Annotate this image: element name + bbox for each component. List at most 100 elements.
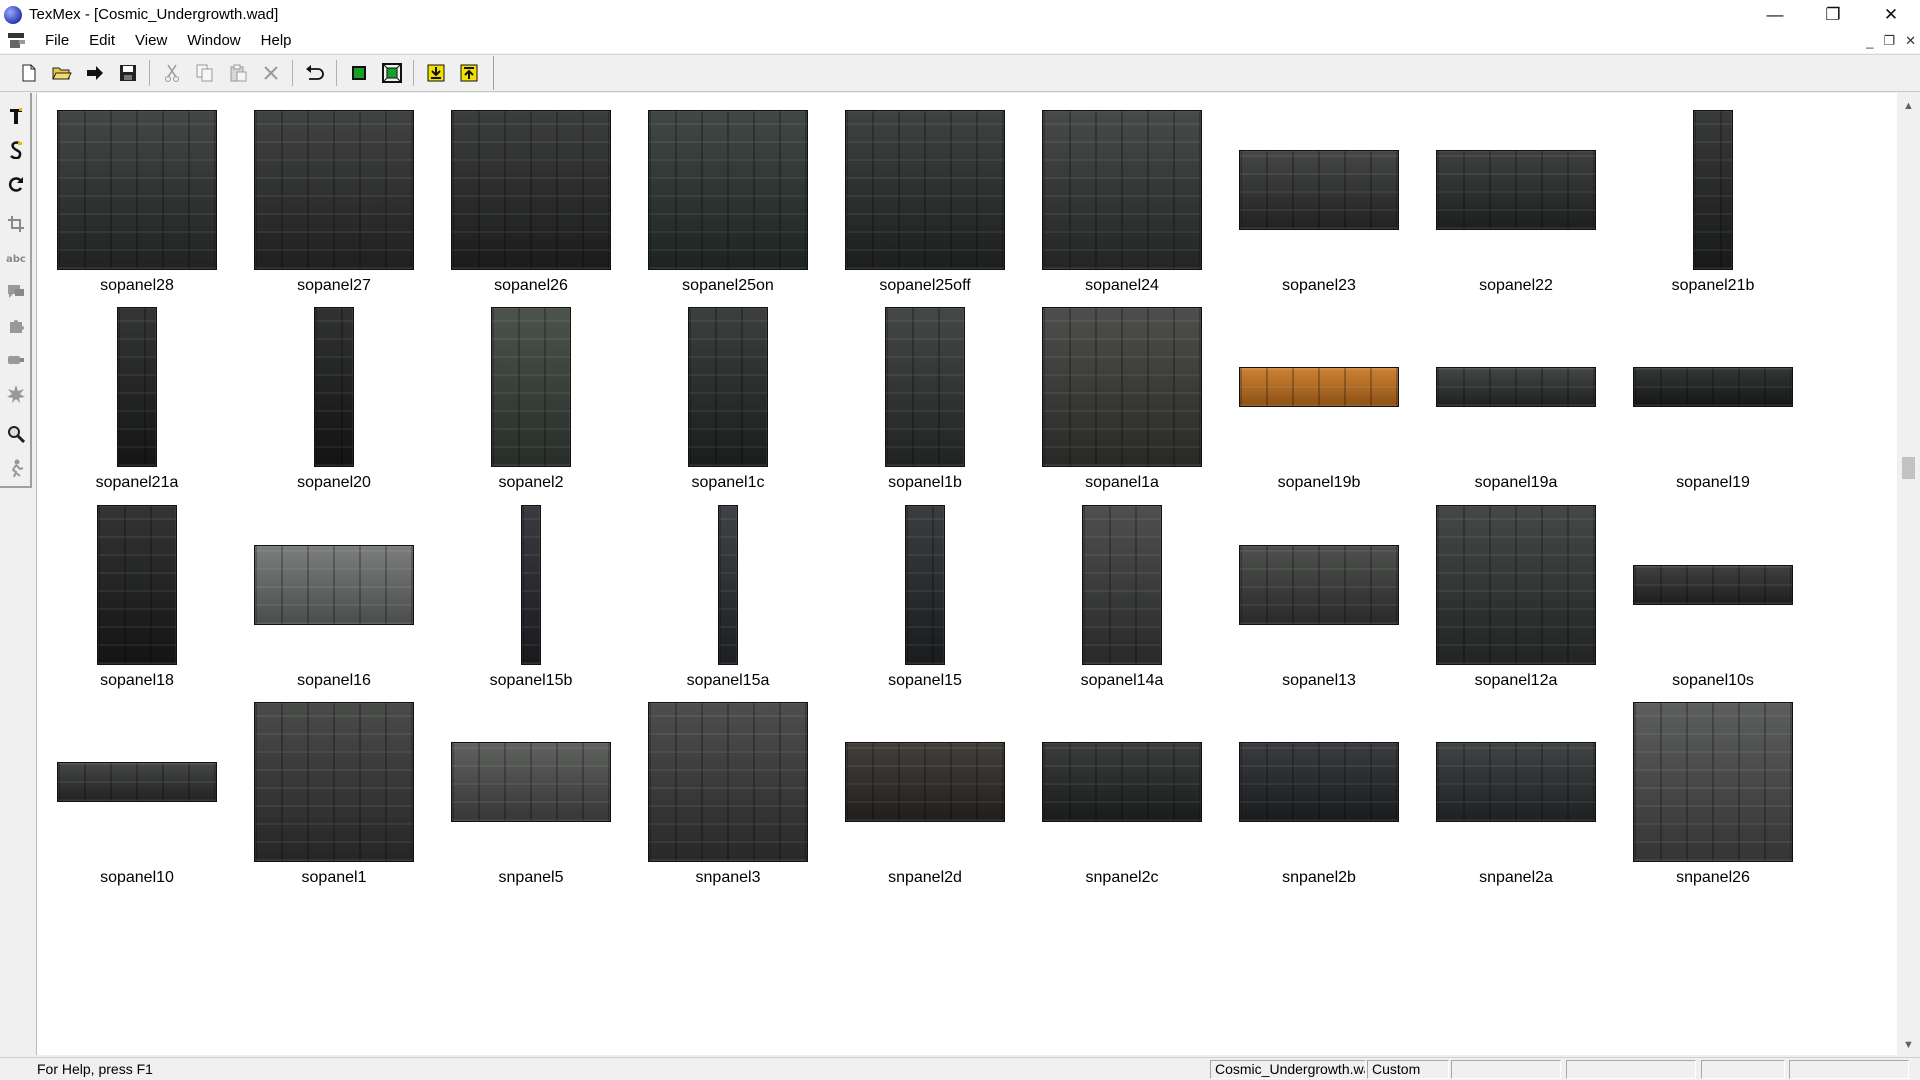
texture-thumbnail[interactable]: [117, 307, 157, 467]
texture-thumbnail[interactable]: [1633, 367, 1793, 407]
s-tool-icon[interactable]: [4, 137, 28, 163]
menu-help[interactable]: Help: [251, 29, 302, 53]
texture-item[interactable]: sopanel1c: [648, 290, 808, 491]
texture-thumbnail[interactable]: [1042, 307, 1202, 467]
crop-icon[interactable]: [4, 211, 28, 237]
texture-thumbnail[interactable]: [648, 110, 808, 270]
texture-item[interactable]: sopanel19b: [1239, 290, 1399, 491]
vertical-scrollbar[interactable]: ▲ ▼: [1897, 93, 1920, 1055]
minimize-button[interactable]: —: [1746, 0, 1804, 29]
texture-thumbnail[interactable]: [1436, 505, 1596, 665]
texture-thumbnail[interactable]: [1239, 150, 1399, 230]
texture-item[interactable]: sopanel28: [57, 93, 217, 294]
texture-item[interactable]: sopanel1a: [1042, 290, 1202, 491]
texture-item[interactable]: sopanel14a: [1042, 488, 1202, 689]
delete-icon[interactable]: [254, 58, 287, 88]
texture-thumbnail[interactable]: [254, 545, 414, 625]
texmex-app-icon[interactable]: [4, 5, 22, 24]
texture-item[interactable]: sopanel26: [451, 93, 611, 294]
rotate-icon[interactable]: [4, 171, 28, 197]
text-t-icon[interactable]: [4, 103, 28, 129]
document-minimize-button[interactable]: _: [1866, 34, 1873, 49]
document-restore-button[interactable]: ❐: [1883, 33, 1895, 49]
paste-icon[interactable]: [221, 58, 254, 88]
texture-thumbnail[interactable]: [1239, 742, 1399, 822]
save-icon[interactable]: [111, 58, 144, 88]
texture-item[interactable]: sopanel19a: [1436, 290, 1596, 491]
texture-item[interactable]: snpanel2d: [845, 685, 1005, 886]
puzzle-icon[interactable]: [4, 313, 28, 339]
texture-thumbnail[interactable]: [845, 110, 1005, 270]
texture-item[interactable]: snpanel26: [1633, 685, 1793, 886]
texture-thumbnail[interactable]: [1082, 505, 1162, 665]
texture-item[interactable]: sopanel22: [1436, 93, 1596, 294]
menu-view[interactable]: View: [125, 29, 177, 53]
import-icon[interactable]: [419, 58, 452, 88]
texture-item[interactable]: sopanel24: [1042, 93, 1202, 294]
texture-item[interactable]: sopanel15b: [451, 488, 611, 689]
burst-icon[interactable]: [4, 381, 28, 407]
export-icon[interactable]: [452, 58, 485, 88]
scrollbar-thumb[interactable]: [1902, 457, 1915, 479]
green-square-icon[interactable]: [342, 58, 375, 88]
texture-item[interactable]: sopanel15: [845, 488, 1005, 689]
green-frame-icon[interactable]: [375, 58, 408, 88]
texture-thumbnail[interactable]: [1042, 742, 1202, 822]
texture-thumbnail[interactable]: [254, 110, 414, 270]
texture-thumbnail[interactable]: [1633, 702, 1793, 862]
texture-item[interactable]: snpanel2c: [1042, 685, 1202, 886]
texture-thumbnail[interactable]: [688, 307, 768, 467]
texture-item[interactable]: sopanel27: [254, 93, 414, 294]
open-folder-icon[interactable]: [45, 58, 78, 88]
texture-item[interactable]: sopanel1: [254, 685, 414, 886]
brush-icon[interactable]: [4, 347, 28, 373]
texture-grid[interactable]: sopanel28 sopanel27 sopanel26 sopanel25on so…: [36, 93, 1897, 1055]
texture-item[interactable]: sopanel25on: [648, 93, 808, 294]
document-close-button[interactable]: ✕: [1905, 33, 1916, 49]
forward-arrow-icon[interactable]: [78, 58, 111, 88]
abc-icon[interactable]: abc: [4, 245, 28, 271]
texture-thumbnail[interactable]: [57, 110, 217, 270]
texture-thumbnail[interactable]: [1436, 367, 1596, 407]
menu-window[interactable]: Window: [177, 29, 250, 53]
texture-thumbnail[interactable]: [845, 742, 1005, 822]
close-button[interactable]: ✕: [1862, 0, 1920, 29]
texture-thumbnail[interactable]: [97, 505, 177, 665]
texture-thumbnail[interactable]: [1239, 367, 1399, 407]
texture-thumbnail[interactable]: [718, 505, 738, 665]
texture-item[interactable]: sopanel12a: [1436, 488, 1596, 689]
texture-thumbnail[interactable]: [885, 307, 965, 467]
texture-item[interactable]: sopanel1b: [845, 290, 1005, 491]
texture-item[interactable]: sopanel20: [254, 290, 414, 491]
scroll-up-arrow-icon[interactable]: ▲: [1897, 96, 1920, 116]
texture-item[interactable]: sopanel2: [451, 290, 611, 491]
copy-icon[interactable]: [188, 58, 221, 88]
texture-thumbnail[interactable]: [57, 762, 217, 802]
texture-item[interactable]: snpanel2a: [1436, 685, 1596, 886]
scroll-down-arrow-icon[interactable]: ▼: [1897, 1035, 1920, 1055]
texture-item[interactable]: sopanel23: [1239, 93, 1399, 294]
texture-thumbnail[interactable]: [1633, 565, 1793, 605]
menu-edit[interactable]: Edit: [79, 29, 125, 53]
texture-thumbnail[interactable]: [314, 307, 354, 467]
texture-thumbnail[interactable]: [491, 307, 571, 467]
document-menu-icon[interactable]: [7, 32, 27, 50]
texture-item[interactable]: sopanel21a: [57, 290, 217, 491]
texture-item[interactable]: sopanel21b: [1633, 93, 1793, 294]
speech-icon[interactable]: [4, 279, 28, 305]
texture-thumbnail[interactable]: [451, 110, 611, 270]
texture-thumbnail[interactable]: [648, 702, 808, 862]
texture-item[interactable]: sopanel15a: [648, 488, 808, 689]
cut-icon[interactable]: [155, 58, 188, 88]
texture-thumbnail[interactable]: [1042, 110, 1202, 270]
menu-file[interactable]: File: [35, 29, 79, 53]
texture-thumbnail[interactable]: [451, 742, 611, 822]
restore-button[interactable]: ❐: [1804, 0, 1862, 29]
zoom-icon[interactable]: [4, 421, 28, 447]
texture-thumbnail[interactable]: [1693, 110, 1733, 270]
new-file-icon[interactable]: [12, 58, 45, 88]
texture-thumbnail[interactable]: [1436, 150, 1596, 230]
texture-item[interactable]: snpanel5: [451, 685, 611, 886]
texture-item[interactable]: sopanel25off: [845, 93, 1005, 294]
texture-item[interactable]: snpanel2b: [1239, 685, 1399, 886]
